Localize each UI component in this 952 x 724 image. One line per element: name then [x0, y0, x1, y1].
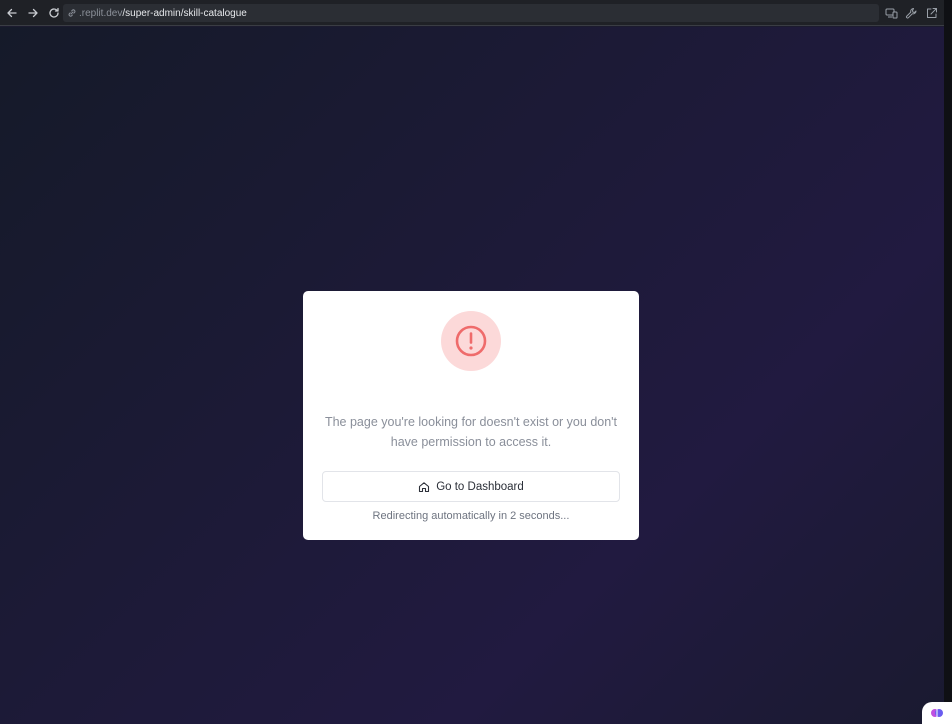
error-message: The page you're looking for doesn't exis… [324, 415, 618, 449]
go-to-dashboard-label: Go to Dashboard [436, 480, 524, 493]
brain-icon [931, 709, 943, 717]
arrow-right-icon [28, 8, 38, 17]
url-path: /super-admin/skill-catalogue [122, 7, 247, 19]
url-bar[interactable]: .replit.dev/super-admin/skill-catalogue [63, 4, 879, 22]
browser-toolbar: .replit.dev/super-admin/skill-catalogue [0, 0, 944, 26]
reload-button[interactable] [45, 4, 63, 22]
assistant-widget-button[interactable] [922, 702, 952, 724]
not-found-card: The page you're looking for doesn't exis… [303, 291, 639, 540]
wrench-icon[interactable] [905, 7, 918, 20]
url-host: .replit.dev [79, 7, 123, 19]
forward-button[interactable] [24, 4, 42, 22]
arrow-left-icon [7, 8, 17, 17]
go-to-dashboard-button[interactable]: Go to Dashboard [322, 471, 620, 502]
alert-circle-icon [455, 325, 487, 357]
redirect-notice: Redirecting automatically in 2 seconds..… [372, 510, 570, 522]
external-link-icon[interactable] [925, 7, 938, 20]
home-icon [419, 481, 430, 492]
alert-badge [441, 311, 501, 371]
scrollbar[interactable] [944, 0, 952, 724]
devices-icon[interactable] [885, 7, 898, 20]
reload-icon [49, 7, 59, 18]
back-button[interactable] [3, 4, 21, 22]
link-icon [68, 9, 76, 17]
